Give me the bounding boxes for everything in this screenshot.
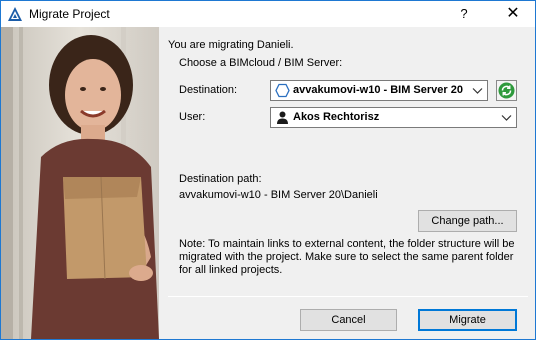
migration-note: Note: To maintain links to external cont…: [179, 238, 515, 276]
help-button[interactable]: ?: [449, 3, 479, 25]
footer-divider: [168, 296, 528, 297]
archicad-icon: [8, 7, 22, 21]
cancel-button[interactable]: Cancel: [300, 309, 397, 331]
window-title: Migrate Project: [29, 7, 110, 21]
destination-select[interactable]: avvakumovi-w10 - BIM Server 20: [270, 80, 488, 101]
migrate-button[interactable]: Migrate: [418, 309, 517, 331]
decorative-photo: [1, 27, 159, 339]
chevron-down-icon: [472, 88, 483, 94]
title-bar: Migrate Project ? ✕: [1, 1, 535, 27]
user-select[interactable]: Akos Rechtorisz: [270, 107, 517, 128]
user-label: User:: [179, 111, 206, 123]
server-hexagon-icon: [275, 83, 290, 98]
migrate-project-dialog: Migrate Project ? ✕ You are migrating Da…: [0, 0, 536, 340]
change-path-button[interactable]: Change path...: [418, 210, 517, 232]
intro-text: You are migrating Danieli.: [168, 39, 294, 51]
destination-path-label: Destination path:: [179, 173, 262, 185]
user-icon: [277, 111, 288, 124]
destination-value: avvakumovi-w10 - BIM Server 20: [293, 84, 463, 96]
destination-label: Destination:: [179, 84, 238, 96]
destination-path-value: avvakumovi-w10 - BIM Server 20\Danieli: [179, 189, 378, 201]
refresh-button[interactable]: [496, 80, 517, 101]
content-panel: You are migrating Danieli. Choose a BIMc…: [159, 27, 535, 339]
user-value: Akos Rechtorisz: [293, 111, 380, 123]
close-button[interactable]: ✕: [495, 3, 531, 25]
chevron-down-icon: [501, 115, 512, 121]
refresh-icon: [498, 82, 515, 99]
choose-server-label: Choose a BIMcloud / BIM Server:: [179, 57, 343, 69]
